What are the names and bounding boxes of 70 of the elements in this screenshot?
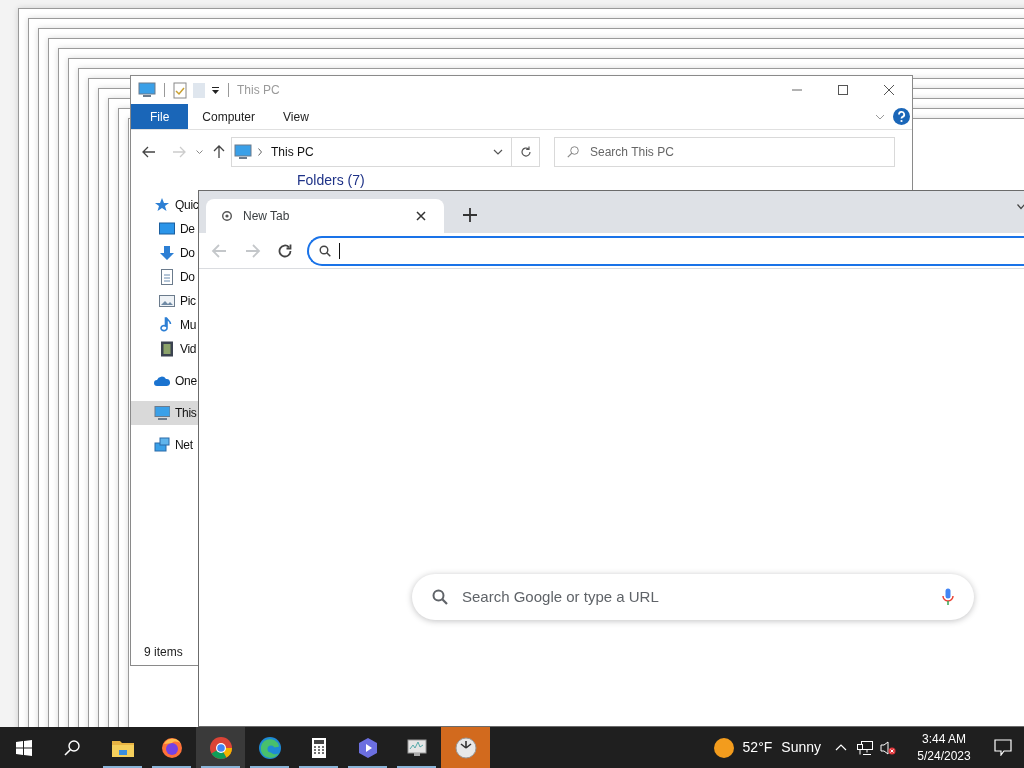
nav-item[interactable]: Quic [131,193,199,217]
pictures-icon [159,293,175,309]
chevron-up-icon[interactable] [835,744,847,751]
ribbon-tab[interactable]: File [131,104,189,129]
new-tab-button[interactable] [462,207,478,223]
nav-item[interactable]: Do [131,265,199,289]
ribbon-tab[interactable]: Computer [188,104,270,129]
maximize-icon[interactable] [837,85,849,95]
firefox-icon [159,735,184,760]
chevron-right-icon [258,148,263,156]
search-icon [432,589,448,605]
network-icon[interactable] [857,740,873,755]
browser-tab[interactable]: New Tab [206,199,444,233]
clock-icon [453,735,478,760]
chevron-down-icon[interactable] [493,149,503,155]
window-title: This PC [237,82,280,99]
ribbon-tab[interactable]: View [269,104,323,129]
search-icon [567,146,579,158]
document-icon [159,269,175,285]
address-bar[interactable] [307,235,1024,266]
help-icon[interactable] [893,108,910,125]
computer-icon [138,82,156,98]
download-icon [159,245,175,261]
nav-item[interactable]: Vid [131,337,199,361]
chrome-icon [208,735,233,760]
computer-icon [234,144,252,160]
nav-item[interactable]: Mu [131,313,199,337]
tab-title: New Tab [243,208,290,225]
sun-icon [713,737,734,758]
address-text: This PC [271,144,314,161]
pc-icon [154,405,170,421]
windows-logo-icon[interactable] [16,739,32,756]
search-input[interactable]: Search This PC [590,143,882,161]
up-arrow-icon[interactable] [213,145,225,159]
nav-item[interactable]: Do [131,241,199,265]
chevron-down-icon[interactable] [196,149,203,155]
globe-icon [222,211,232,221]
nav-item[interactable]: One [131,369,199,393]
dropdown-icon[interactable] [211,85,220,95]
reload-icon[interactable] [277,242,293,259]
nav-item[interactable]: This [131,401,199,425]
search-box[interactable]: Search Google or type a URL [462,585,942,609]
time-text: 3:44 AM [922,730,966,748]
network-icon [154,437,170,453]
nav-item[interactable]: Pic [131,289,199,313]
nav-item[interactable]: Net [131,433,199,457]
refresh-icon[interactable] [519,146,532,158]
status-text: 9 items [144,644,183,661]
notifications-icon[interactable] [994,739,1012,756]
taskbar-app-button[interactable] [196,727,245,768]
clock-button[interactable]: 3:44 AM 5/24/2023 [906,730,982,765]
desktop-icon [159,221,175,237]
group-header: Folders (7) [297,171,365,190]
back-arrow-icon[interactable] [142,146,156,158]
temperature-text: 52°F [742,738,773,757]
search-icon [319,244,331,257]
star-icon [154,197,170,213]
nav-item[interactable]: De [131,217,199,241]
chevron-down-icon[interactable] [1017,204,1024,210]
edge-icon [257,735,282,760]
search-icon[interactable] [64,739,80,756]
search-field[interactable]: Search This PC [554,137,895,167]
video-icon [159,341,175,357]
close-icon[interactable] [883,85,895,95]
date-text: 5/24/2023 [917,747,971,765]
weather-text: Sunny [781,738,821,757]
microphone-icon[interactable] [942,588,954,606]
close-tab-button[interactable] [414,209,428,223]
address-bar[interactable]: This PC [231,137,512,167]
muted-speaker-icon[interactable] [880,740,896,755]
